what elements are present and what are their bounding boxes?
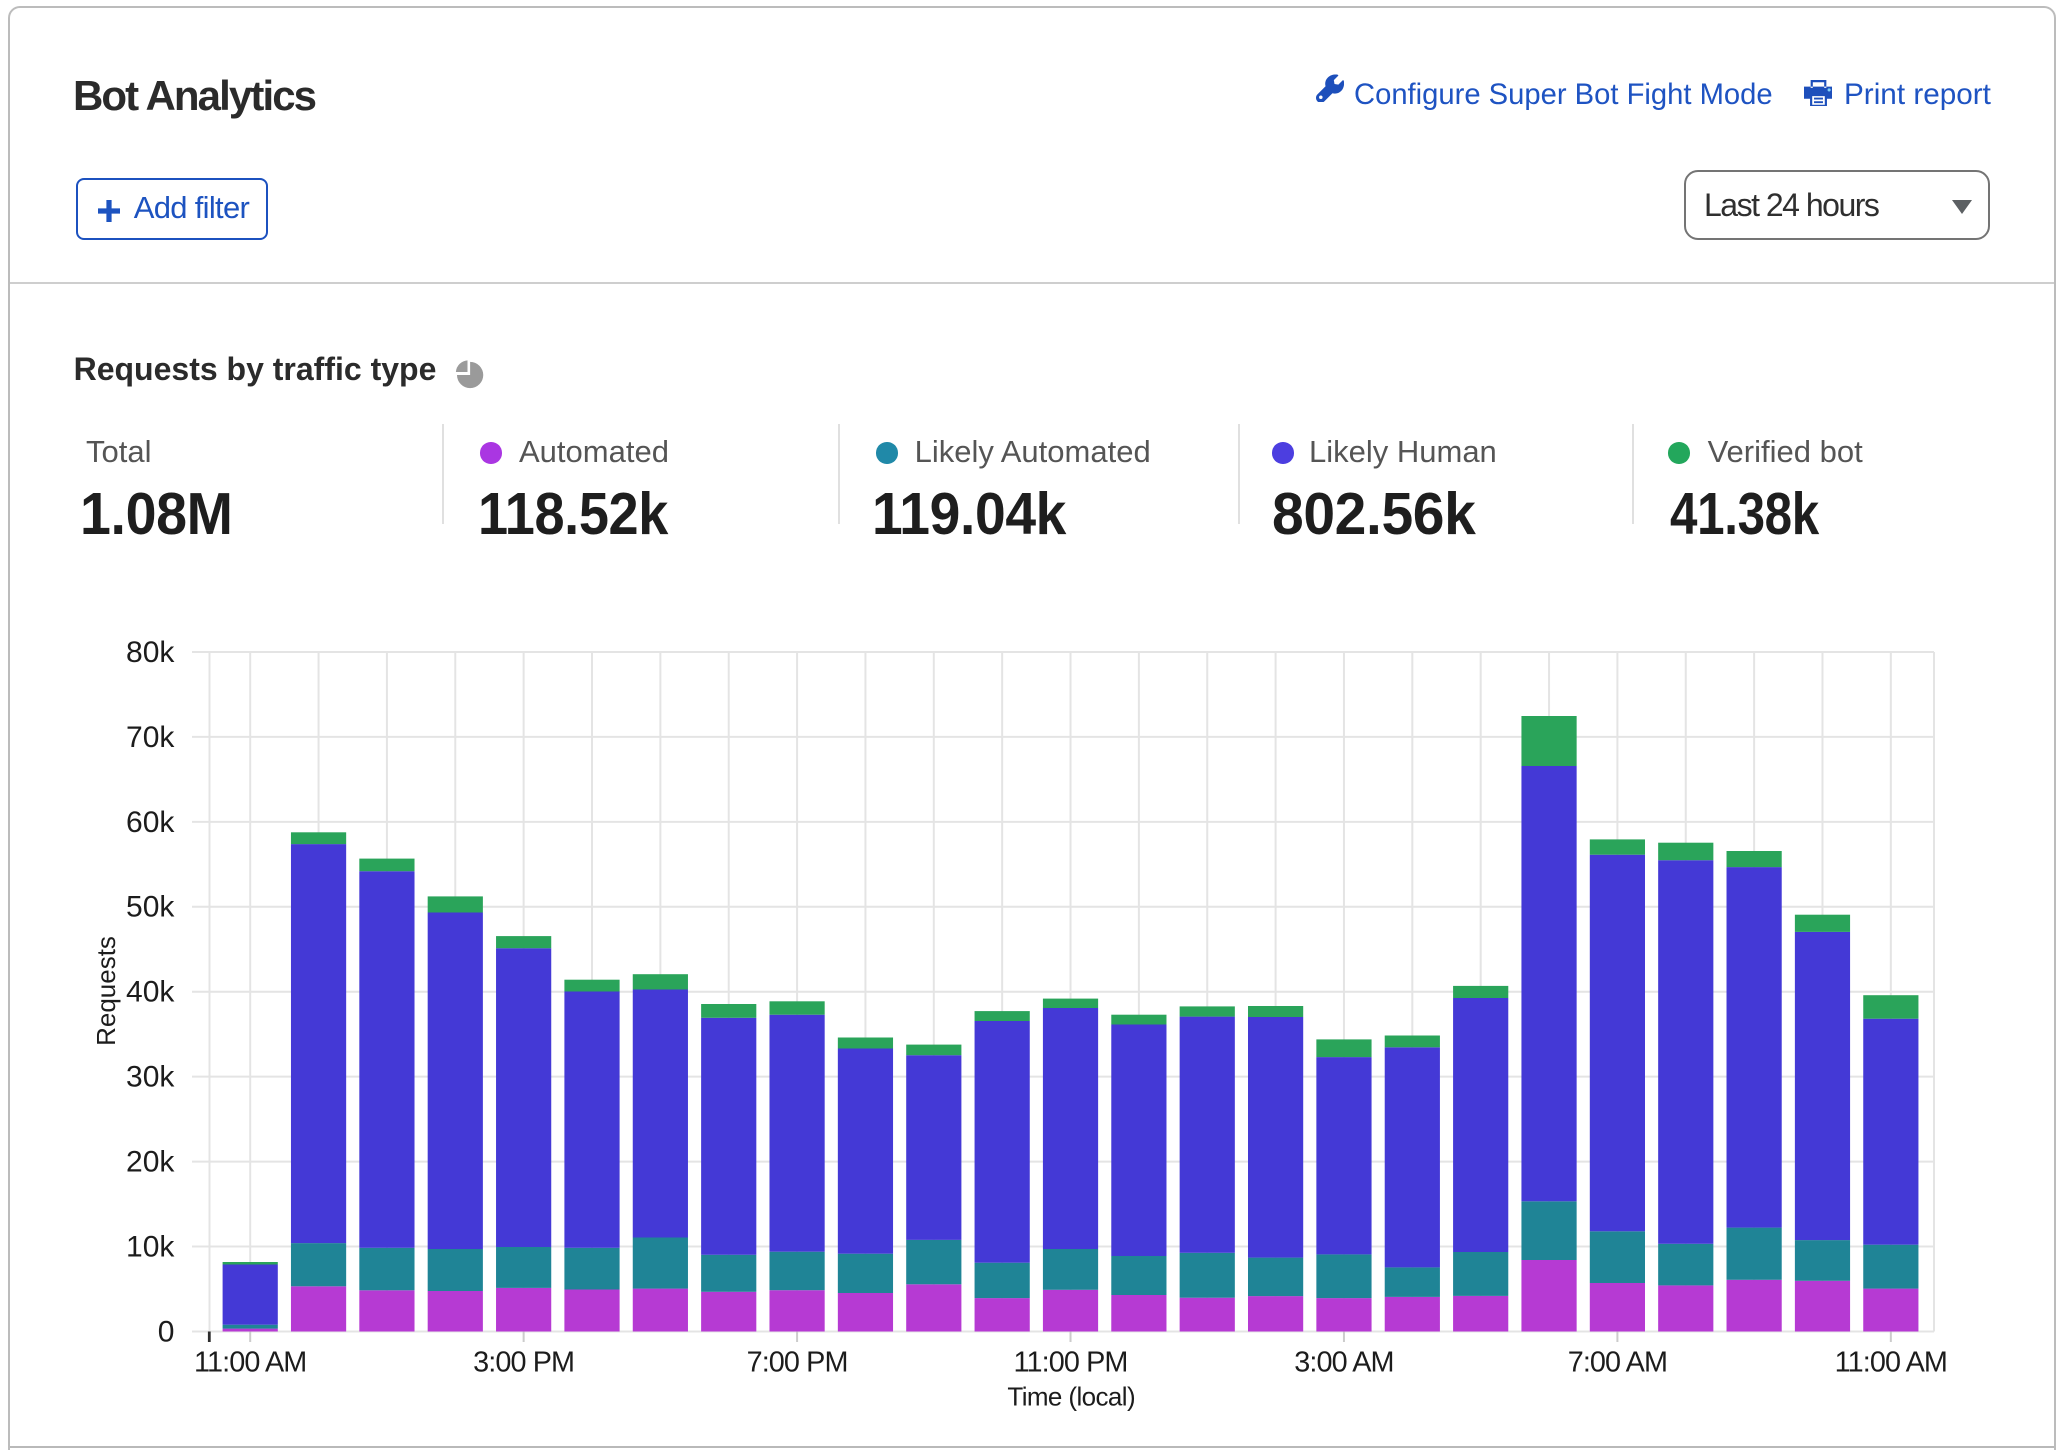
svg-text:Requests: Requests bbox=[91, 936, 121, 1046]
svg-text:7:00 PM: 7:00 PM bbox=[747, 1347, 848, 1379]
svg-text:0: 0 bbox=[158, 1315, 175, 1348]
svg-text:11:00 PM: 11:00 PM bbox=[1014, 1347, 1128, 1379]
svg-text:7:00 AM: 7:00 AM bbox=[1568, 1347, 1667, 1379]
svg-text:3:00 PM: 3:00 PM bbox=[473, 1347, 574, 1379]
svg-text:40k: 40k bbox=[126, 976, 175, 1009]
svg-text:11:00 AM: 11:00 AM bbox=[1835, 1347, 1947, 1379]
svg-text:60k: 60k bbox=[126, 806, 175, 839]
svg-text:3:00 AM: 3:00 AM bbox=[1294, 1347, 1393, 1379]
svg-text:50k: 50k bbox=[126, 891, 175, 924]
svg-text:80k: 80k bbox=[126, 636, 175, 669]
svg-text:70k: 70k bbox=[126, 721, 175, 754]
svg-text:11:00 AM: 11:00 AM bbox=[194, 1347, 306, 1379]
svg-text:20k: 20k bbox=[126, 1146, 175, 1179]
svg-text:10k: 10k bbox=[126, 1230, 175, 1263]
svg-text:30k: 30k bbox=[126, 1061, 175, 1094]
svg-text:Time (local): Time (local) bbox=[1007, 1382, 1135, 1412]
